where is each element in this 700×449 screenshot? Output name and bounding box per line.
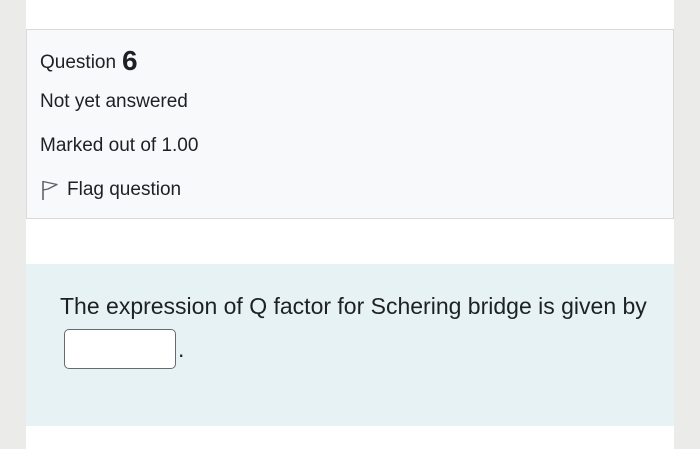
flag-question-label: Flag question bbox=[67, 179, 182, 200]
question-text: The expression of Q factor for Schering … bbox=[60, 285, 650, 373]
flag-question-button[interactable]: Flag question bbox=[40, 178, 181, 202]
question-text-after: . bbox=[178, 336, 185, 362]
answer-input[interactable] bbox=[64, 328, 176, 369]
question-number: 6 bbox=[122, 45, 138, 76]
question-text-before: The expression of Q factor for Schering … bbox=[60, 293, 647, 319]
question-grade: Marked out of 1.00 bbox=[40, 135, 199, 156]
question-info-panel: Question 6 Not yet answered Marked out of… bbox=[26, 29, 674, 219]
question-state: Not yet answered bbox=[40, 91, 188, 112]
question-title: Question 6 bbox=[40, 45, 138, 76]
flag-icon bbox=[42, 180, 58, 200]
question-content: The expression of Q factor for Schering … bbox=[26, 264, 674, 426]
question-label: Question bbox=[40, 52, 117, 73]
